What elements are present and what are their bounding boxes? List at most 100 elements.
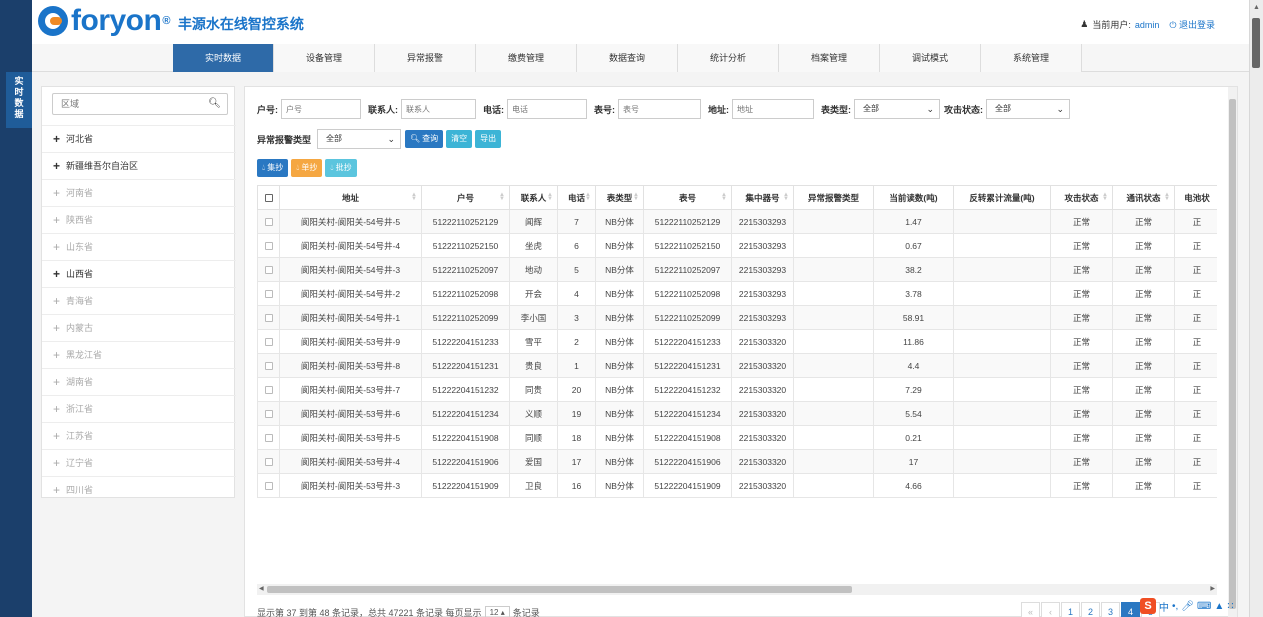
nav-item-device-management[interactable]: 设备管理	[274, 44, 375, 72]
select-all-checkbox[interactable]	[264, 194, 273, 203]
nav-item-statistics[interactable]: 统计分析	[678, 44, 779, 72]
query-button[interactable]: 🔍︎ 查询	[405, 130, 444, 148]
address-input[interactable]	[732, 99, 814, 119]
expand-icon[interactable]: +	[53, 477, 61, 504]
horizontal-scrollbar-thumb[interactable]	[267, 586, 852, 593]
table-horizontal-scrollbar[interactable]: ◀ ▶	[257, 584, 1217, 595]
table-row[interactable]: 阆阳关村-阆阳关-53号井-9 51222204151233 雪平 2 NB分体 5122…	[257, 329, 1217, 354]
scroll-left-icon[interactable]: ◀	[259, 585, 264, 592]
batch-read-button[interactable]: 💧︎ 批抄	[325, 159, 357, 177]
row-checkbox[interactable]	[264, 362, 273, 371]
row-checkbox-cell[interactable]	[257, 401, 280, 426]
nav-item-realtime-data[interactable]: 实时数据	[173, 44, 274, 72]
scroll-up-icon[interactable]: ▲	[1253, 4, 1260, 11]
row-checkbox-cell[interactable]	[257, 425, 280, 450]
expand-icon[interactable]: +	[53, 288, 61, 315]
punctuation-icon[interactable]: •,	[1172, 601, 1178, 612]
nav-item-alarms[interactable]: 异常报警	[375, 44, 476, 72]
region-item[interactable]: + 山东省	[42, 233, 236, 260]
ime-logo-icon[interactable]: S	[1140, 598, 1156, 614]
grid-menu-icon[interactable]: ∷	[1227, 601, 1233, 612]
collect-button[interactable]: 💧︎ 集抄	[257, 159, 289, 177]
attack-status-select[interactable]: 全部 ⌄	[986, 99, 1070, 119]
expand-icon[interactable]: +	[53, 153, 61, 180]
col-meter-type[interactable]: 表类型 ▲ ▼	[595, 185, 644, 210]
panel-scrollbar[interactable]	[1228, 87, 1237, 617]
row-checkbox-cell[interactable]	[257, 257, 280, 282]
row-checkbox-cell[interactable]	[257, 449, 280, 474]
prev-page-button[interactable]: ‹	[1041, 602, 1060, 617]
region-search-input[interactable]	[53, 94, 203, 114]
row-checkbox-cell[interactable]	[257, 377, 280, 402]
col-account[interactable]: 户号 ▲ ▼	[421, 185, 510, 210]
expand-icon[interactable]: +	[53, 126, 61, 153]
select-all-checkbox-cell[interactable]	[257, 185, 280, 210]
skin-icon[interactable]: ▲	[1214, 601, 1224, 612]
row-checkbox-cell[interactable]	[257, 473, 280, 498]
export-button[interactable]: 导出	[475, 130, 502, 148]
col-address[interactable]: 地址 ▲ ▼	[279, 185, 422, 210]
col-contact[interactable]: 联系人 ▲ ▼	[509, 185, 558, 210]
scroll-right-icon[interactable]: ▶	[1210, 585, 1215, 592]
col-meter-number[interactable]: 表号 ▲ ▼	[643, 185, 732, 210]
table-row[interactable]: 阆阳关村-阆阳关-54号井-5 51222110252129 闻辉 7 NB分体 5122…	[257, 209, 1217, 234]
row-checkbox[interactable]	[264, 218, 273, 227]
table-row[interactable]: 阆阳关村-阆阳关-53号井-7 51222204151232 同贵 20 NB分体 512…	[257, 377, 1217, 402]
row-checkbox[interactable]	[264, 266, 273, 275]
row-checkbox-cell[interactable]	[257, 329, 280, 354]
region-item[interactable]: + 河南省	[42, 179, 236, 206]
row-checkbox[interactable]	[264, 314, 273, 323]
region-item[interactable]: + 陕西省	[42, 206, 236, 233]
row-checkbox[interactable]	[264, 482, 273, 491]
keyboard-icon[interactable]: ⌨	[1197, 601, 1211, 612]
region-item[interactable]: + 四川省	[42, 476, 236, 503]
window-scrollbar[interactable]: ▲	[1249, 0, 1263, 617]
table-row[interactable]: 阆阳关村-阆阳关-53号井-5 51222204151908 同顺 18 NB分体 512…	[257, 425, 1217, 450]
panel-scrollbar-thumb[interactable]	[1229, 99, 1236, 609]
table-row[interactable]: 阆阳关村-阆阳关-54号井-2 51222110252098 开会 4 NB分体 5122…	[257, 281, 1217, 306]
page-4-button[interactable]: 4	[1121, 602, 1140, 617]
region-item[interactable]: + 辽宁省	[42, 449, 236, 476]
meter-type-select[interactable]: 全部 ⌄	[854, 99, 940, 119]
page-size-select[interactable]: 12 ▴	[484, 606, 510, 617]
region-item[interactable]: + 黑龙江省	[42, 341, 236, 368]
single-read-button[interactable]: 💧︎ 单抄	[291, 159, 323, 177]
account-input[interactable]	[281, 99, 361, 119]
expand-icon[interactable]: +	[53, 315, 61, 342]
ime-toolbar[interactable]: S 中 •, 🎤︎ ⌨ ▲ ∷	[1140, 598, 1234, 614]
expand-icon[interactable]: +	[53, 180, 61, 207]
expand-icon[interactable]: +	[53, 396, 61, 423]
table-row[interactable]: 阆阳关村-阆阳关-53号井-6 51222204151234 义顺 19 NB分体 512…	[257, 401, 1217, 426]
region-item[interactable]: + 江苏省	[42, 422, 236, 449]
col-reverse-flow[interactable]: 反转累计流量(吨)	[953, 185, 1051, 210]
clear-button[interactable]: 清空	[446, 130, 473, 148]
col-phone[interactable]: 电话 ▲ ▼	[557, 185, 596, 210]
row-checkbox[interactable]	[264, 410, 273, 419]
row-checkbox[interactable]	[264, 434, 273, 443]
alarm-type-select[interactable]: 全部 ⌄	[317, 129, 402, 149]
username[interactable]: admin	[1135, 20, 1160, 30]
nav-item-archives[interactable]: 档案管理	[779, 44, 880, 72]
meter-input[interactable]	[618, 99, 701, 119]
nav-item-system-management[interactable]: 系统管理	[981, 44, 1082, 72]
expand-icon[interactable]: +	[53, 423, 61, 450]
first-page-button[interactable]: «	[1021, 602, 1040, 617]
expand-icon[interactable]: +	[53, 234, 61, 261]
table-row[interactable]: 阆阳关村-阆阳关-54号井-1 51222110252099 李小国 3 NB分体 512…	[257, 305, 1217, 330]
nav-item-data-query[interactable]: 数据查询	[577, 44, 678, 72]
phone-input[interactable]	[507, 99, 587, 119]
nav-item-payment[interactable]: 缴费管理	[476, 44, 577, 72]
microphone-icon[interactable]: 🎤︎	[1181, 601, 1194, 612]
expand-icon[interactable]: +	[53, 342, 61, 369]
table-row[interactable]: 阆阳关村-阆阳关-53号井-8 51222204151231 贵良 1 NB分体 5122…	[257, 353, 1217, 378]
page-2-button[interactable]: 2	[1081, 602, 1100, 617]
row-checkbox[interactable]	[264, 338, 273, 347]
col-current-reading[interactable]: 当前读数(吨)	[873, 185, 954, 210]
expand-icon[interactable]: +	[53, 369, 61, 396]
left-tab-realtime[interactable]: 实 时 数 据	[6, 72, 32, 128]
scrollbar-thumb[interactable]	[1252, 18, 1260, 68]
contact-input[interactable]	[401, 99, 476, 119]
table-row[interactable]: 阆阳关村-阆阳关-54号井-4 51222110252150 坐虎 6 NB分体 5122…	[257, 233, 1217, 258]
region-item[interactable]: + 青海省	[42, 287, 236, 314]
col-battery-status[interactable]: 电池状	[1174, 185, 1217, 210]
